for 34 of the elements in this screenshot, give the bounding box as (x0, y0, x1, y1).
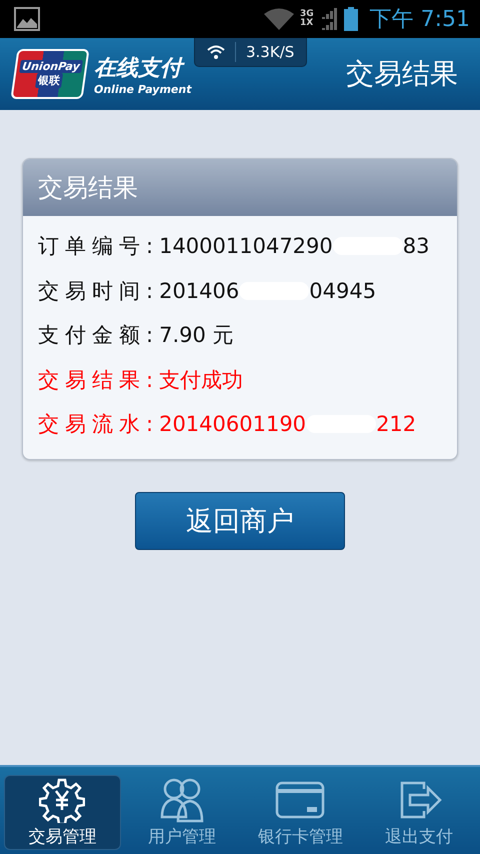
nav-tab[interactable]: 用户管理 (124, 775, 239, 850)
field-value: 20140601190 (159, 412, 306, 436)
users-icon (158, 777, 205, 823)
network-label: 3G (300, 10, 314, 19)
nav-tab[interactable]: 退出支付 (362, 775, 476, 850)
field-label: 交易流水: (38, 411, 160, 438)
field-value: 支付成功 (159, 366, 244, 394)
card-title: 交易结果 (38, 172, 138, 204)
nav-tab[interactable]: 银行卡管理 (243, 775, 358, 850)
field-value: 212 (376, 412, 416, 436)
brand-title: 在线支付 (94, 52, 192, 82)
battery-icon (344, 7, 358, 31)
clock: 下午 7:51 (370, 6, 470, 34)
signal-icon (320, 7, 338, 31)
wifi-icon (264, 8, 294, 30)
field-label: 支付金额: (38, 322, 160, 350)
nav-tab[interactable]: 交易管理 (4, 775, 120, 850)
field-value: 83 (402, 234, 430, 258)
field-value: 201406 (159, 278, 240, 303)
field-label: 交易时间: (38, 278, 160, 305)
return-to-merchant-button[interactable]: 返回商户 (135, 492, 345, 550)
field-value: 04945 (309, 278, 376, 303)
field-label: 交易结果: (38, 366, 160, 394)
brand-subtitle: Online Payment (94, 82, 192, 96)
field-label: 订单编号: (38, 233, 160, 260)
wifi-icon (207, 45, 225, 59)
page-title: 交易结果 (346, 56, 458, 92)
image-icon (14, 7, 40, 31)
unionpay-logo: UnionPay 银联 (10, 49, 90, 99)
network-label: 1X (300, 19, 314, 28)
field-value: 1400011047290 (159, 234, 333, 258)
speed-indicator: 3.3K/S (194, 38, 308, 67)
field-value: 7.90 元 (159, 322, 234, 350)
gear-icon (39, 777, 86, 823)
